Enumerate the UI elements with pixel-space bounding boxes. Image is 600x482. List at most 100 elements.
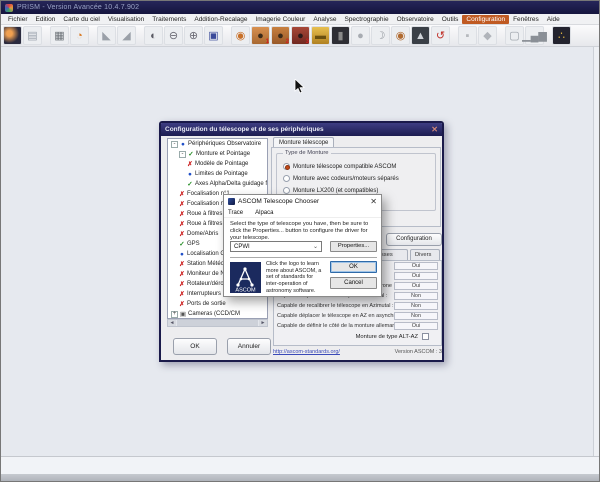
menu-item-edition[interactable]: Edition <box>32 15 60 24</box>
tree-item-cameras-ccd-cm[interactable]: +▣Cameras (CCD/CM <box>168 309 267 319</box>
close-icon[interactable]: ✕ <box>431 125 438 134</box>
radio-monture-t-lescope-compatible-a[interactable]: Monture télescope compatible ASCOM <box>283 161 435 172</box>
tree-item-axes-alpha-delta-guidage-fin[interactable]: ✓Axes Alpha/Delta guidage fin <box>168 179 267 189</box>
tree-item-limites-de-pointage[interactable]: ●Limites de Pointage <box>168 169 267 179</box>
moon-icon[interactable]: ☽ <box>371 26 390 45</box>
check-icon: ✓ <box>186 180 194 188</box>
image-stack-icon[interactable]: ▦ <box>50 26 69 45</box>
radio-label: Monture avec codeurs/moteurs séparés <box>293 176 399 182</box>
dash-icon[interactable]: ▪ <box>458 26 477 45</box>
capability-label: Capable de recalibrer le télescope en Az… <box>277 303 394 309</box>
mirror-horizontal-icon[interactable]: ◢ <box>117 26 136 45</box>
window-titlebar[interactable]: PRISM - Version Avancée 10.4.7.902 <box>1 1 600 14</box>
dark-camera-icon[interactable]: ▮ <box>331 26 350 45</box>
radio-label: Monture LX200 (et compatibles) <box>293 188 378 194</box>
altaz-checkbox[interactable] <box>422 333 429 340</box>
window-title: PRISM - Version Avancée 10.4.7.902 <box>17 4 139 11</box>
map-icon[interactable]: ◆ <box>478 26 497 45</box>
scrollbar-thumb[interactable] <box>177 320 258 326</box>
menu-item-aide[interactable]: Aide <box>543 15 564 24</box>
cross-icon: ✗ <box>178 190 186 198</box>
tree-expander-icon[interactable]: + <box>171 311 178 318</box>
driver-select[interactable]: CPWI ⌄ <box>230 241 322 252</box>
mirror-vertical-icon[interactable]: ◣ <box>97 26 116 45</box>
menu-alpaca[interactable]: Alpaca <box>255 210 273 216</box>
zoom-out-icon[interactable]: ⊖ <box>164 26 183 45</box>
tree-horizontal-scrollbar[interactable]: ◄ ► <box>167 319 268 327</box>
tree-expander-icon[interactable]: - <box>179 151 186 158</box>
altaz-checkbox-label: Monture de type ALT-AZ <box>356 334 418 340</box>
menu-item-visualisation[interactable]: Visualisation <box>104 15 148 24</box>
menu-item-imagerie-couleur[interactable]: Imagerie Couleur <box>251 15 309 24</box>
camera-number-badge: 1 <box>266 39 269 45</box>
cancel-button[interactable]: Annuler <box>227 338 271 355</box>
ok-button[interactable]: OK <box>173 338 217 355</box>
menu-item-fen-tres[interactable]: Fenêtres <box>509 15 543 24</box>
tree-item-mod-le-de-pointage[interactable]: ✗Modèle de Pointage <box>168 159 267 169</box>
menu-item-fichier[interactable]: Fichier <box>4 15 32 24</box>
tree-item-monture-et-pointage[interactable]: -✓Monture et Pointage <box>168 149 267 159</box>
focus-drop-icon[interactable]: ● <box>351 26 370 45</box>
client-area: Configuration du télescope et de ses pér… <box>1 47 600 456</box>
radio-dot-icon[interactable] <box>283 175 290 182</box>
radio-dot-icon[interactable] <box>283 163 290 170</box>
scroll-left-icon[interactable]: ◄ <box>168 320 176 326</box>
display-icon[interactable]: ▣ <box>204 26 223 45</box>
dome-icon[interactable]: ◉ <box>231 26 250 45</box>
scroll-right-icon[interactable]: ► <box>259 320 267 326</box>
cross-icon: ✗ <box>178 220 186 228</box>
tab-divers[interactable]: Divers <box>410 249 440 260</box>
tree-item-p-riph-riques-observatoire[interactable]: -●Périphériques Observatoire <box>168 139 267 149</box>
planetarium-icon[interactable]: ∴ <box>552 26 571 45</box>
close-icon[interactable]: ✕ <box>370 197 377 206</box>
tree-item-label: Rotateur/déro <box>187 281 224 287</box>
radio-monture-avec-codeurs-moteurs-s[interactable]: Monture avec codeurs/moteurs séparés <box>283 173 435 184</box>
camera-2-icon[interactable]: ●2 <box>271 26 290 45</box>
filter-wheel-icon[interactable]: ◉ <box>391 26 410 45</box>
cross-icon: ✗ <box>178 290 186 298</box>
menu-item-addition-recalage[interactable]: Addition-Recalage <box>190 15 251 24</box>
chooser-menubar: Trace Alpaca <box>224 208 381 218</box>
zoom-in-icon[interactable]: ⊕ <box>184 26 203 45</box>
capability-label: Capable déplacer le télescope en AZ en a… <box>277 313 394 319</box>
abort-icon[interactable]: ↺ <box>431 26 450 45</box>
contrast-icon[interactable]: ◐ <box>144 26 163 45</box>
toolbar-separator <box>451 26 458 45</box>
camera-1-icon[interactable]: ●1 <box>251 26 270 45</box>
chooser-ok-button[interactable]: OK <box>330 261 377 273</box>
image-mountain-icon[interactable]: ▲ <box>411 26 430 45</box>
chooser-titlebar[interactable]: ASCOM Telescope Chooser ✕ <box>224 195 381 208</box>
menu-item-traitements[interactable]: Traitements <box>148 15 190 24</box>
clock-icon[interactable]: ◔ <box>70 26 89 45</box>
planet-icon[interactable] <box>3 26 22 45</box>
tree-item-label: Cameras (CCD/CM <box>188 311 240 317</box>
tree-expander-icon[interactable]: - <box>171 141 178 148</box>
config-dialog-titlebar[interactable]: Configuration du télescope et de ses pér… <box>161 123 442 136</box>
menu-item-configuration[interactable]: Configuration <box>462 15 509 24</box>
menu-item-analyse[interactable]: Analyse <box>309 15 340 24</box>
menu-trace[interactable]: Trace <box>228 210 243 216</box>
tree-item-ports-de-sortie[interactable]: ✗Ports de sortie <box>168 299 267 309</box>
app-icon <box>5 4 13 12</box>
configuration-button[interactable]: Configuration <box>386 233 442 246</box>
capability-row: Capable de recalibrer le télescope en Az… <box>274 301 441 311</box>
ascom-logo[interactable]: ASCOM <box>230 262 261 293</box>
toolbar-separator <box>90 26 97 45</box>
chooser-cancel-button[interactable]: Cancel <box>330 277 377 289</box>
menu-item-spectrographie[interactable]: Spectrographie <box>340 15 392 24</box>
check-icon: ✓ <box>178 240 186 248</box>
properties-button[interactable]: Properties... <box>330 241 377 252</box>
cross-icon: ✗ <box>178 280 186 288</box>
telescope-icon <box>228 198 235 205</box>
menu-item-outils[interactable]: Outils <box>438 15 463 24</box>
motor-icon[interactable]: ▬ <box>311 26 330 45</box>
radio-dot-icon[interactable] <box>283 187 290 194</box>
capability-value: Non <box>394 312 438 320</box>
menu-item-observatoire[interactable]: Observatoire <box>393 15 438 24</box>
stats-icon[interactable]: ▁▄▆ <box>525 26 544 45</box>
ascom-standards-link[interactable]: http://ascom-standards.org/ <box>273 349 340 355</box>
window-bottom-edge[interactable] <box>1 474 600 482</box>
menu-item-carte-du-ciel[interactable]: Carte du ciel <box>59 15 104 24</box>
save-icon[interactable]: ▤ <box>23 26 42 45</box>
camera-3-icon[interactable]: ●3 <box>291 26 310 45</box>
